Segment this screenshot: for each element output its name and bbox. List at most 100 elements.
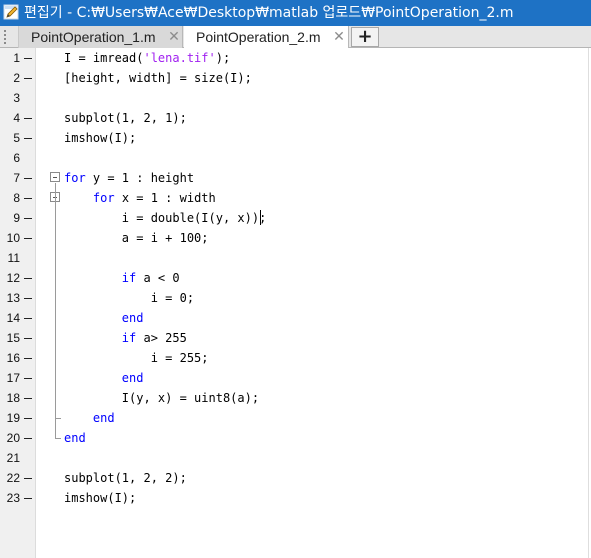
- executable-line-marker[interactable]: [24, 138, 32, 139]
- executable-line-marker[interactable]: [24, 278, 32, 279]
- code-token: i = double(I(y, x));: [64, 211, 267, 225]
- code-line[interactable]: 2 [height, width] = size(I);: [0, 68, 588, 88]
- code-line[interactable]: 14 end: [0, 308, 588, 328]
- tab-pointoperation-1[interactable]: PointOperation_1.m ✕: [18, 26, 183, 48]
- code-token: );: [215, 51, 231, 65]
- code-text: I(y, x) = uint8(a);: [64, 388, 259, 408]
- code-text: [height, width] = size(I);: [64, 68, 252, 88]
- tab-pointoperation-2[interactable]: PointOperation_2.m ✕: [184, 26, 349, 49]
- code-line[interactable]: 15 if a> 255: [0, 328, 588, 348]
- code-line[interactable]: 3: [0, 88, 588, 108]
- executable-line-marker[interactable]: [24, 358, 32, 359]
- code-token: i = 255;: [64, 351, 209, 365]
- close-tab-icon[interactable]: ✕: [332, 28, 346, 44]
- code-editor[interactable]: 1 I = imread('lena.tif'); 2 [height, width]…: [0, 48, 591, 558]
- keyword-token: end: [121, 311, 144, 325]
- tab-label: PointOperation_1.m: [31, 29, 156, 45]
- executable-line-marker[interactable]: [24, 478, 32, 479]
- code-line[interactable]: 10 a = i + 100;: [0, 228, 588, 248]
- code-line[interactable]: 8 for x = 1 : width: [0, 188, 588, 208]
- line-number: 11: [7, 251, 20, 265]
- code-text: i = 0;: [64, 288, 194, 308]
- line-number: 4: [13, 111, 20, 125]
- executable-line-marker[interactable]: [24, 498, 32, 499]
- line-number: 23: [6, 491, 20, 505]
- executable-line-marker[interactable]: [24, 178, 32, 179]
- executable-line-marker[interactable]: [24, 298, 32, 299]
- code-line[interactable]: 13 i = 0;: [0, 288, 588, 308]
- code-line[interactable]: 20 end: [0, 428, 588, 448]
- executable-line-marker[interactable]: [24, 418, 32, 419]
- code-text: if a < 0: [64, 268, 180, 288]
- code-text: subplot(1, 2, 1);: [64, 108, 187, 128]
- executable-line-marker[interactable]: [24, 398, 32, 399]
- string-token: 'lena.tif': [143, 51, 216, 65]
- code-token: i = 0;: [64, 291, 195, 305]
- executable-line-marker[interactable]: [24, 118, 32, 119]
- code-line[interactable]: 9 i = double(I(y, x));: [0, 208, 588, 228]
- fold-end-marker: [55, 438, 61, 439]
- code-token: imshow(I);: [64, 491, 137, 505]
- code-text: subplot(1, 2, 2);: [64, 468, 187, 488]
- fold-guide: [55, 183, 56, 438]
- code-line[interactable]: 4 subplot(1, 2, 1);: [0, 108, 588, 128]
- executable-line-marker[interactable]: [24, 198, 32, 199]
- code-token: imshow(I);: [64, 131, 137, 145]
- code-line[interactable]: 7 for y = 1 : height: [0, 168, 588, 188]
- code-line[interactable]: 17 end: [0, 368, 588, 388]
- right-margin-line: [588, 48, 589, 558]
- code-token: subplot(1, 2, 2);: [64, 471, 187, 485]
- code-token: y = 1 : height: [85, 171, 195, 185]
- code-line[interactable]: 19 end: [0, 408, 588, 428]
- executable-line-marker[interactable]: [24, 238, 32, 239]
- keyword-token: end: [64, 431, 86, 445]
- code-text: end: [64, 428, 86, 448]
- code-token: I = imread(: [64, 51, 144, 65]
- editor-pencil-icon: [3, 4, 19, 20]
- code-line[interactable]: 1 I = imread('lena.tif');: [0, 48, 588, 68]
- line-number: 12: [6, 271, 20, 285]
- line-number: 8: [13, 191, 20, 205]
- executable-line-marker[interactable]: [24, 218, 32, 219]
- keyword-token: if: [121, 331, 137, 345]
- code-token: I(y, x) = uint8(a);: [64, 391, 260, 405]
- code-text: for y = 1 : height: [64, 168, 194, 188]
- executable-line-marker[interactable]: [24, 378, 32, 379]
- line-number: 1: [13, 51, 20, 65]
- tab-bar: PointOperation_1.m ✕ PointOperation_2.m …: [0, 26, 591, 49]
- executable-line-marker[interactable]: [24, 58, 32, 59]
- executable-line-marker[interactable]: [24, 338, 32, 339]
- code-text: end: [64, 408, 115, 428]
- keyword-token: end: [92, 411, 115, 425]
- line-number: 2: [13, 71, 20, 85]
- executable-line-marker[interactable]: [24, 438, 32, 439]
- tab-bar-grip-icon[interactable]: [2, 29, 8, 45]
- code-line[interactable]: 11: [0, 248, 588, 268]
- line-number: 20: [6, 431, 20, 445]
- code-line[interactable]: 6: [0, 148, 588, 168]
- code-line[interactable]: 18 I(y, x) = uint8(a);: [0, 388, 588, 408]
- new-tab-button[interactable]: +: [351, 27, 379, 47]
- fold-end-marker: [55, 418, 61, 419]
- code-line[interactable]: 12 if a < 0: [0, 268, 588, 288]
- code-token: subplot(1, 2, 1);: [64, 111, 187, 125]
- keyword-token: for: [92, 191, 115, 205]
- tab-label: PointOperation_2.m: [196, 29, 321, 45]
- code-line[interactable]: 23 imshow(I);: [0, 488, 588, 508]
- title-bar: 편집기 - C:₩Users₩Ace₩Desktop₩matlab 업로드₩Po…: [0, 0, 591, 26]
- executable-line-marker[interactable]: [24, 318, 32, 319]
- line-number: 14: [6, 311, 20, 325]
- line-number: 21: [6, 451, 20, 465]
- executable-line-marker[interactable]: [24, 78, 32, 79]
- code-line[interactable]: 5 imshow(I);: [0, 128, 588, 148]
- collapse-icon[interactable]: [50, 172, 60, 182]
- code-line[interactable]: 21: [0, 448, 588, 468]
- line-number: 7: [13, 171, 20, 185]
- code-line[interactable]: 22 subplot(1, 2, 2);: [0, 468, 588, 488]
- code-line[interactable]: 16 i = 255;: [0, 348, 588, 368]
- close-tab-icon[interactable]: ✕: [167, 28, 181, 44]
